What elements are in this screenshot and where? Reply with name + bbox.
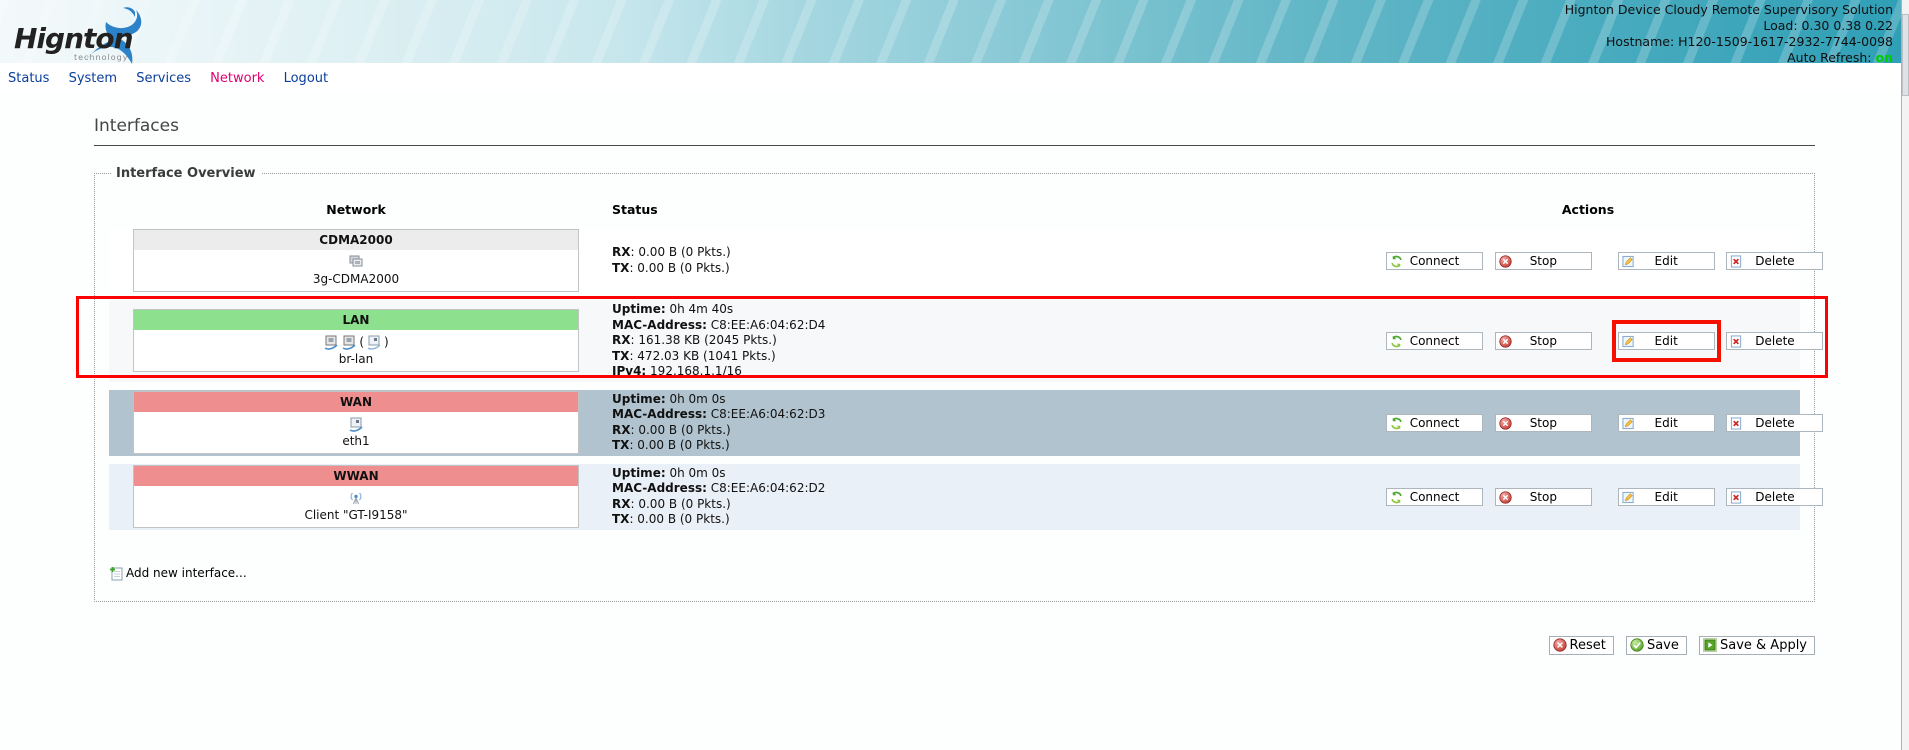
green-orb-check-icon: [1630, 638, 1644, 652]
page-pencil-icon: [1622, 417, 1635, 430]
red-orb-x-icon: [1499, 417, 1512, 430]
table-row-wwan: WWAN Client "GT-: [109, 464, 1800, 530]
refresh-arrows-icon: [1390, 491, 1403, 504]
network-box-lan: LAN ( ) br-lan: [133, 309, 579, 372]
red-orb-x-icon: [1499, 335, 1512, 348]
page-green-plus-icon: [109, 566, 124, 581]
nav-logout[interactable]: Logout: [284, 71, 329, 86]
table-row-lan: LAN ( ) br-lan: [109, 300, 1800, 382]
table-row-cdma2000: CDMA2000 3g-CDMA: [109, 229, 1800, 292]
refresh-arrows-icon: [1390, 255, 1403, 268]
network-name: LAN: [134, 310, 578, 330]
network-box-wwan: WWAN Client "GT-: [133, 465, 579, 528]
status-cell-wan: Uptime: 0h 0m 0s MAC-Address: C8:EE:A6:0…: [579, 390, 1376, 456]
column-header-network: Network: [109, 199, 579, 221]
green-play-icon: [1703, 638, 1717, 652]
page-pencil-icon: [1622, 335, 1635, 348]
hostname-line: Hostname: H120-1509-1617-2932-7744-0098: [1565, 34, 1893, 50]
logo-brand-text: Hignton: [14, 22, 133, 55]
auto-refresh-line: Auto Refresh: on: [1565, 50, 1893, 66]
network-name: WAN: [134, 392, 578, 412]
ethernet-port-icon: [323, 335, 339, 350]
network-box-cdma2000: CDMA2000 3g-CDMA: [133, 229, 579, 292]
page-pencil-icon: [1622, 491, 1635, 504]
auto-refresh-status: on: [1876, 50, 1894, 65]
device-info: Hignton Device Cloudy Remote Supervisory…: [1565, 2, 1893, 66]
logo-sub-text: technology: [74, 53, 128, 62]
nav-services[interactable]: Services: [136, 71, 191, 86]
wwan-stop-button[interactable]: Stop: [1495, 488, 1592, 506]
cdma2000-delete-button[interactable]: Delete: [1726, 252, 1823, 270]
cdma2000-edit-button[interactable]: Edit: [1618, 252, 1715, 270]
content-area: Interfaces Interface Overview Network St…: [94, 116, 1815, 656]
page-red-x-icon: [1730, 255, 1743, 268]
page-red-x-icon: [1730, 335, 1743, 348]
wan-delete-button[interactable]: Delete: [1726, 414, 1823, 432]
page-pencil-icon: [1622, 255, 1635, 268]
interface-name: Client "GT-I9158": [134, 508, 578, 522]
ethernet-port-icon: [341, 335, 357, 350]
status-cell-lan: Uptime: 0h 4m 40s MAC-Address: C8:EE:A6:…: [579, 300, 1376, 382]
status-cell-wwan: Uptime: 0h 0m 0s MAC-Address: C8:EE:A6:0…: [579, 464, 1376, 530]
wan-stop-button[interactable]: Stop: [1495, 414, 1592, 432]
add-new-interface-link[interactable]: Add new interface...: [109, 566, 247, 581]
save-apply-button[interactable]: Save & Apply: [1699, 636, 1815, 655]
status-cell-cdma2000: RX: 0.00 B (0 Pkts.) TX: 0.00 B (0 Pkts.…: [579, 229, 1376, 292]
wan-connect-button[interactable]: Connect: [1386, 414, 1483, 432]
lan-edit-button[interactable]: Edit: [1618, 332, 1715, 350]
wwan-connect-button[interactable]: Connect: [1386, 488, 1483, 506]
save-button[interactable]: Save: [1626, 636, 1687, 655]
red-orb-x-icon: [1553, 638, 1567, 652]
red-orb-x-icon: [1499, 255, 1512, 268]
hignton-logo: Hignton technology: [14, 6, 244, 62]
cdma2000-stop-button[interactable]: Stop: [1495, 252, 1592, 270]
scrollbar-thumb[interactable]: [1902, 14, 1909, 96]
ethernet-port-icon: [348, 417, 364, 432]
section-title: Interface Overview: [111, 166, 261, 181]
wwan-delete-button[interactable]: Delete: [1726, 488, 1823, 506]
lan-stop-button[interactable]: Stop: [1495, 332, 1592, 350]
bridge-member-screen-icon: [366, 335, 382, 350]
red-orb-x-icon: [1499, 491, 1512, 504]
lan-connect-button[interactable]: Connect: [1386, 332, 1483, 350]
table-row-wan: WAN eth1 Uptime: 0h 0m 0s: [109, 390, 1800, 456]
column-header-actions: Actions: [1376, 199, 1800, 221]
nav-status[interactable]: Status: [8, 71, 49, 86]
network-name: CDMA2000: [134, 230, 578, 250]
vertical-scrollbar[interactable]: [1901, 0, 1909, 750]
modem-3g-icon: [348, 255, 364, 269]
wan-edit-button[interactable]: Edit: [1618, 414, 1715, 432]
interface-overview-fieldset: Interface Overview Network Status Action…: [94, 166, 1815, 602]
reset-button[interactable]: Reset: [1549, 636, 1614, 655]
header-banner: Hignton technology Hignton Device Cloudy…: [0, 0, 1909, 63]
interface-name: 3g-CDMA2000: [134, 272, 578, 286]
page-title: Interfaces: [94, 116, 1815, 146]
lan-delete-button[interactable]: Delete: [1726, 332, 1823, 350]
page-red-x-icon: [1730, 417, 1743, 430]
interface-name: br-lan: [134, 352, 578, 366]
network-box-wan: WAN eth1: [133, 391, 579, 454]
interfaces-table: Network Status Actions CDMA2000: [109, 191, 1800, 538]
form-footer: Reset Save Save & Apply: [94, 636, 1815, 657]
refresh-arrows-icon: [1390, 335, 1403, 348]
ethernet-bridge-icon: ( ): [134, 333, 578, 351]
page-root: Hignton technology Hignton Device Cloudy…: [0, 0, 1909, 750]
interface-name: eth1: [134, 434, 578, 448]
device-solution-line: Hignton Device Cloudy Remote Supervisory…: [1565, 2, 1893, 18]
wifi-antenna-icon: [348, 491, 364, 505]
cdma2000-connect-button[interactable]: Connect: [1386, 252, 1483, 270]
main-nav: Status System Services Network Logout: [0, 63, 1909, 92]
nav-network[interactable]: Network: [210, 71, 264, 86]
refresh-arrows-icon: [1390, 417, 1403, 430]
column-header-status: Status: [579, 199, 1376, 221]
page-red-x-icon: [1730, 491, 1743, 504]
network-name: WWAN: [134, 466, 578, 486]
nav-system[interactable]: System: [69, 71, 117, 86]
wwan-edit-button[interactable]: Edit: [1618, 488, 1715, 506]
load-line: Load: 0.30 0.38 0.22: [1565, 18, 1893, 34]
